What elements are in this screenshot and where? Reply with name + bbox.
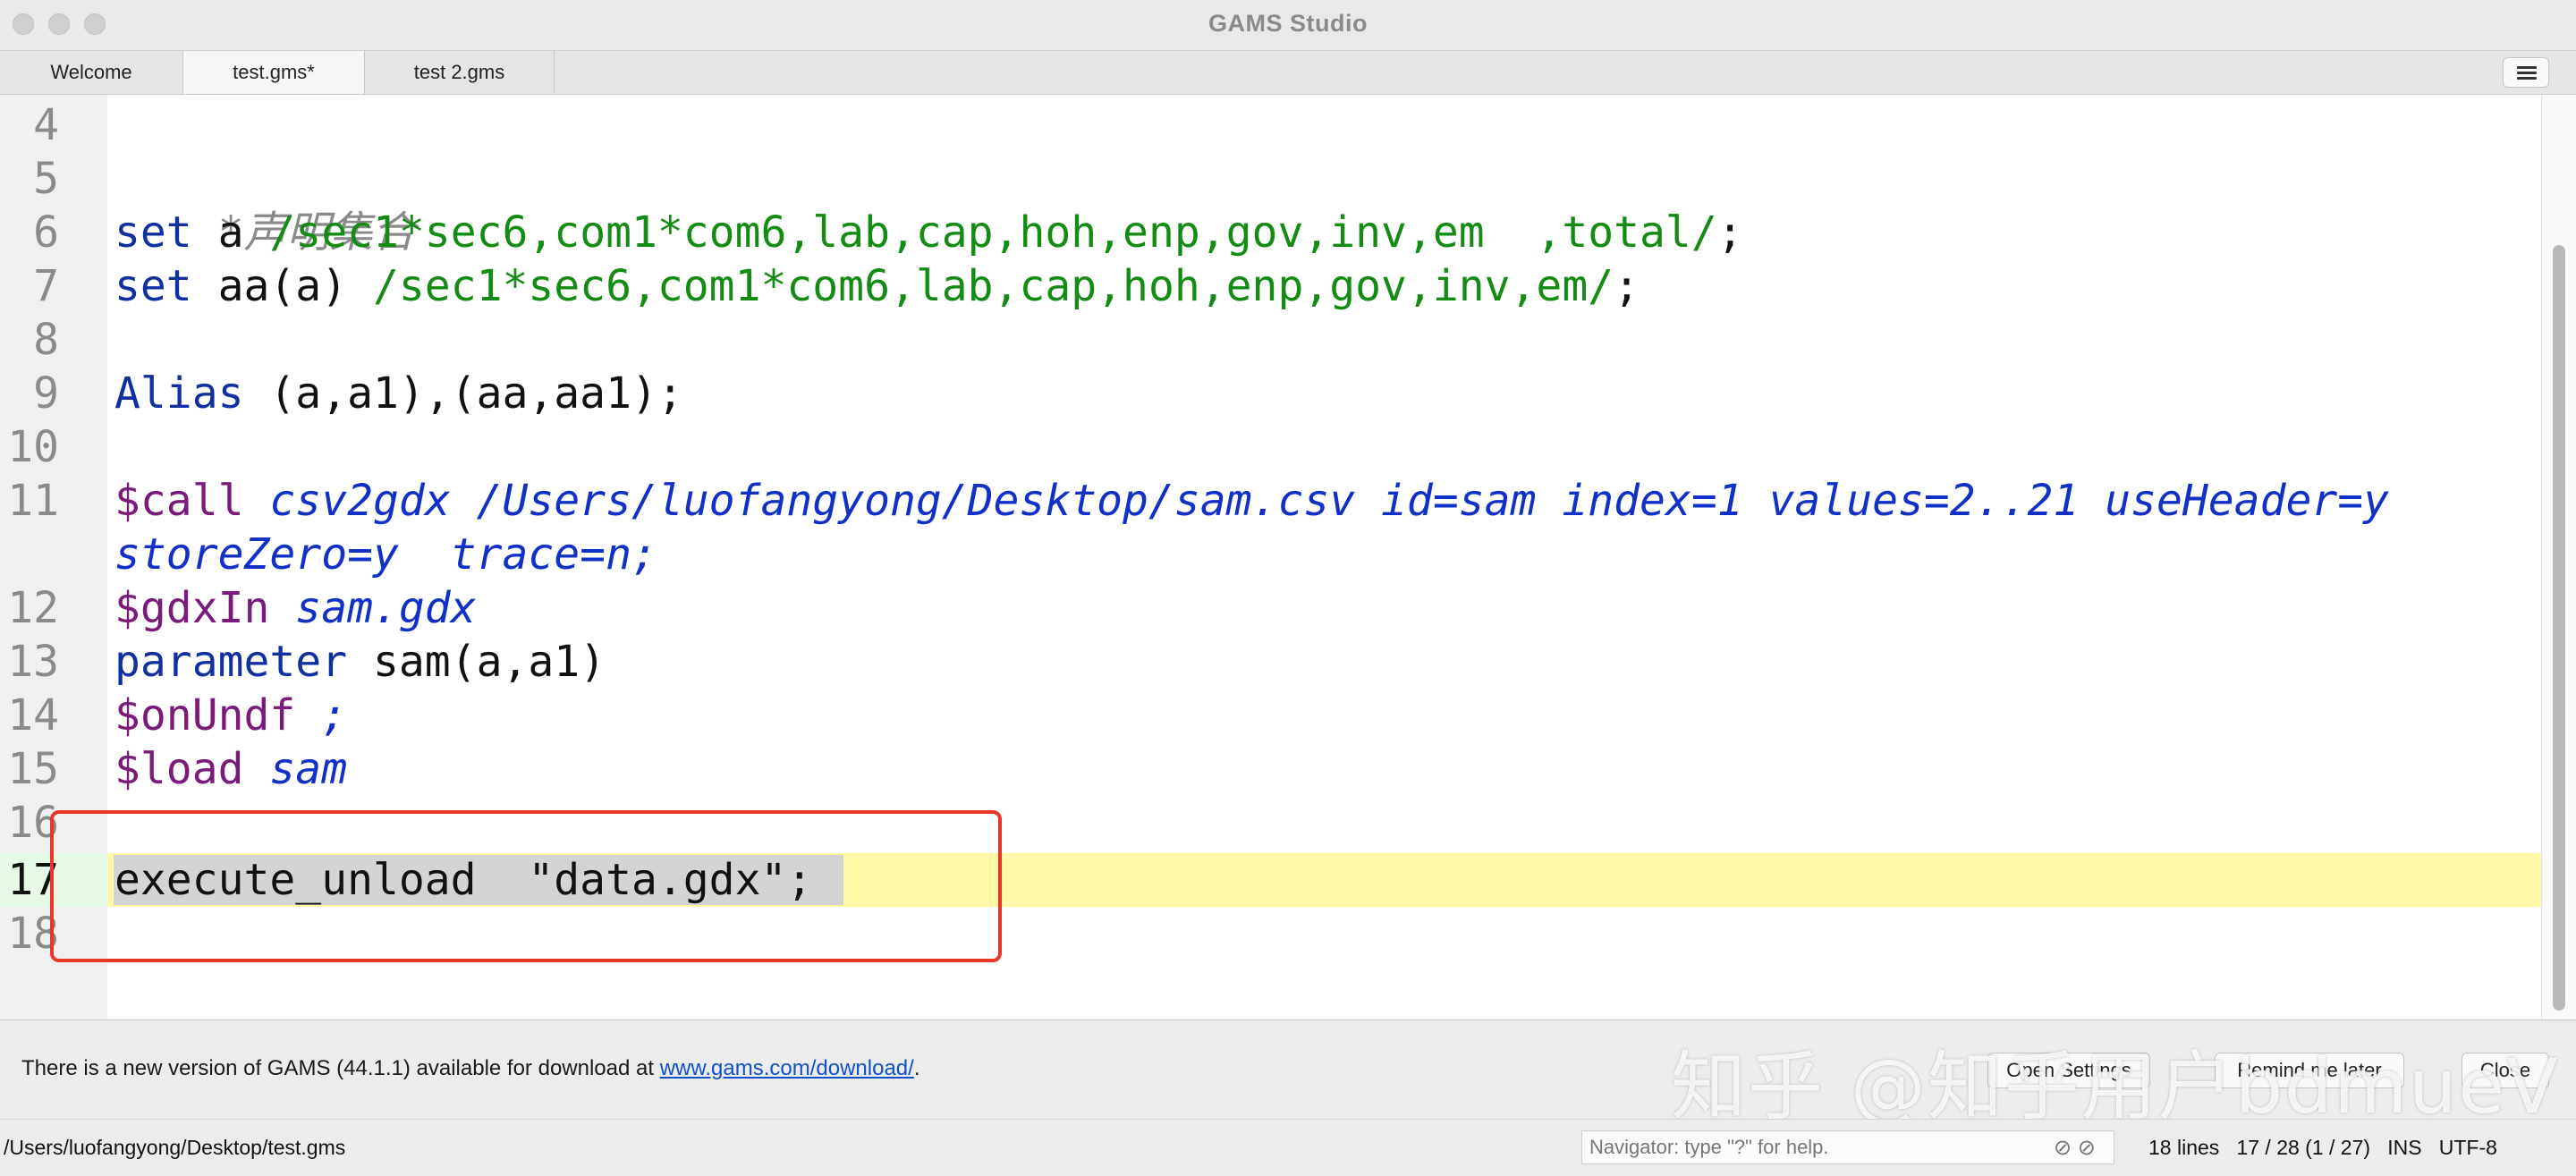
line-number: 10 [7,422,59,472]
code-keyword: Alias [114,368,244,419]
notification-message: There is a new version of GAMS (44.1.1) … [21,1056,660,1080]
navigator-filter-icons[interactable]: ⊘ ⊘ [2054,1135,2096,1161]
code-terminator: ; [1614,261,1640,311]
encoding: UTF-8 [2438,1136,2497,1159]
status-bar: /Users/luofangyong/Desktop/test.gms ⊘ ⊘ … [0,1119,2576,1176]
download-link[interactable]: www.gams.com/download/ [660,1056,914,1080]
scrollbar-thumb[interactable] [2553,245,2565,1011]
code-line-15: $load sam [114,742,347,796]
line-count: 18 lines [2148,1136,2220,1159]
code-dollar-command: $call [114,476,244,526]
code-identifier: aa(a) [191,261,373,311]
tab-test-gms[interactable]: test.gms* [182,51,365,94]
code-text: sam(a,a1) [347,637,606,687]
vertical-scrollbar[interactable] [2541,95,2576,1019]
code-set-elements: /sec1*sec6,com1*com6,lab,cap,hoh,enp,gov… [269,207,1717,258]
line-number: 15 [7,744,59,794]
code-text: (a,a1),(aa,aa1); [243,368,683,419]
code-command-args: sam.gdx [269,583,477,633]
code-line-6: set a /sec1*sec6,com1*com6,lab,cap,hoh,e… [114,206,1743,259]
hide-icon[interactable]: ⊘ [2054,1136,2072,1160]
code-dollar-command: $load [114,744,244,794]
code-command-args: ; [295,690,348,740]
code-keyword: set [114,261,192,311]
code-line-5: *声明集合 [114,152,416,258]
line-number: 12 [7,583,59,633]
line-number: 14 [7,690,59,740]
line-number: 9 [33,368,59,419]
code-command-args: storeZero=y trace=n; [114,529,657,580]
code-line-14: $onUndf ; [114,689,347,742]
insert-mode: INS [2387,1136,2422,1159]
hamburger-icon-bar [2517,72,2537,74]
code-keyword: set [114,207,192,258]
code-dollar-command: $onUndf [114,690,296,740]
red-highlight-annotation [50,810,1002,962]
code-line-12: $gdxIn sam.gdx [114,581,477,635]
notification-suffix: . [913,1056,920,1080]
line-number: 8 [33,315,59,365]
code-line-13: parameter sam(a,a1) [114,635,606,689]
code-identifier: a [191,207,270,258]
code-command-args: sam [243,744,348,794]
open-settings-button[interactable]: Open Settings [1987,1053,2150,1088]
line-number: 4 [33,100,59,150]
code-editor[interactable]: 4 5 6 7 8 9 10 11 12 13 14 15 16 17 18 *… [0,95,2576,1019]
window-title: GAMS Studio [1208,10,1368,37]
file-path: /Users/luofangyong/Desktop/test.gms [4,1136,346,1159]
line-number: 13 [7,637,59,687]
close-notification-button[interactable]: Close [2462,1053,2549,1088]
line-number: 6 [33,207,59,258]
line-number: 11 [7,476,59,526]
tab-test-2-gms[interactable]: test 2.gms [365,51,555,94]
tab-welcome[interactable]: Welcome [0,51,183,94]
navigator-input[interactable] [1581,1130,2114,1164]
code-set-elements: /sec1*sec6,com1*com6,lab,cap,hoh,enp,gov… [373,261,1614,311]
line-number: 7 [33,261,59,311]
filter-off-icon[interactable]: ⊘ [2078,1136,2096,1160]
update-notification-text: There is a new version of GAMS (44.1.1) … [21,1056,920,1081]
code-line-11: $call csv2gdx /Users/luofangyong/Desktop… [114,474,2389,528]
code-terminator: ; [1716,207,1743,258]
title-bar: GAMS Studio [0,0,2576,51]
remind-later-button[interactable]: Remind me later [2215,1053,2404,1088]
hamburger-icon [2517,66,2537,69]
code-keyword: parameter [114,637,348,687]
cursor-position: 17 / 28 (1 / 27) [2236,1136,2371,1159]
hamburger-icon-bar [2517,77,2537,80]
update-notification-bar: There is a new version of GAMS (44.1.1) … [0,1019,2576,1119]
line-number: 5 [33,154,59,204]
code-line-7: set aa(a) /sec1*sec6,com1*com6,lab,cap,h… [114,259,1640,313]
status-info: 18 lines 17 / 28 (1 / 27) INS UTF-8 [2148,1136,2497,1160]
tab-bar: Welcome test.gms* test 2.gms [0,51,2576,95]
code-line-11-wrap: storeZero=y trace=n; [114,528,657,581]
code-line-9: Alias (a,a1),(aa,aa1); [114,367,683,420]
code-dollar-command: $gdxIn [114,583,270,633]
main-menu-button[interactable] [2503,57,2549,88]
code-command-args: csv2gdx /Users/luofangyong/Desktop/sam.c… [243,476,2390,526]
